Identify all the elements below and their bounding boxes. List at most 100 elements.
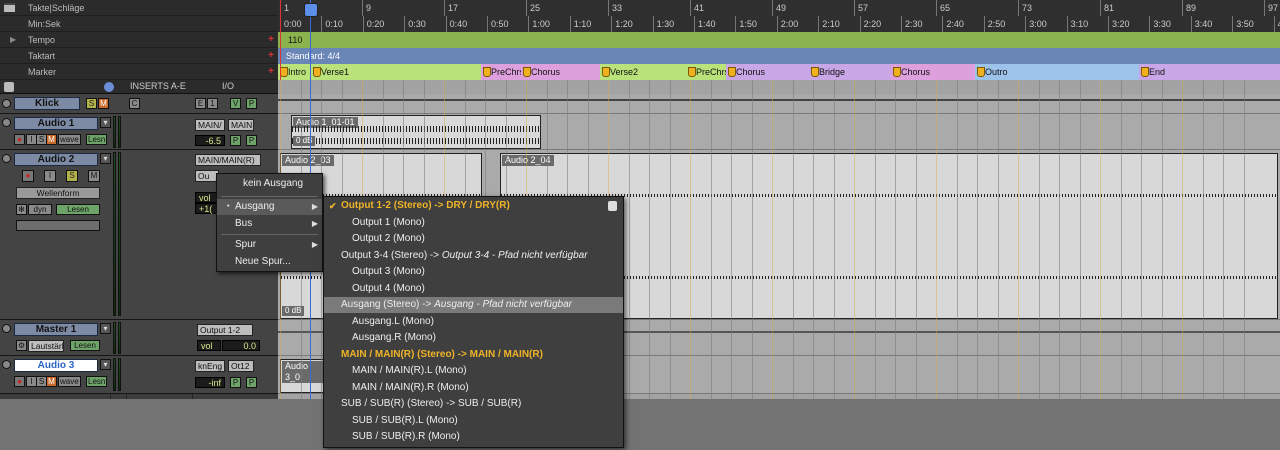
- output-option[interactable]: Ausgang.L (Mono): [324, 314, 623, 330]
- volume-display[interactable]: 0.0: [222, 340, 260, 351]
- track-select-dot[interactable]: [2, 99, 11, 108]
- mute-button[interactable]: M: [88, 170, 100, 182]
- v-button[interactable]: V: [230, 98, 241, 109]
- menu-item-ausgang[interactable]: • Ausgang ▶: [217, 199, 322, 215]
- insert-c-button[interactable]: C: [129, 98, 140, 109]
- track-klick[interactable]: Klick S M C E 1 V P: [0, 94, 278, 114]
- add-meter-icon[interactable]: +: [268, 48, 274, 64]
- volume-display[interactable]: -inf: [195, 377, 225, 388]
- playhead-handle[interactable]: [304, 3, 318, 17]
- track-menu-button[interactable]: ▾: [100, 323, 111, 334]
- tempo-ruler[interactable]: 110: [278, 32, 1280, 48]
- track-name[interactable]: Audio 1: [14, 117, 98, 130]
- menu-item-neue-spur[interactable]: Neue Spur...: [217, 254, 322, 270]
- output-selector[interactable]: Output 1-2: [197, 324, 253, 336]
- marker-chorus[interactable]: Chorus: [726, 64, 809, 80]
- ruler-area[interactable]: 1 9 17 25 33 41 49 57 65 73 81 89 97 0:00 0:10 0:20 0:3…: [278, 0, 1280, 80]
- marker-chorus[interactable]: Chorus: [521, 64, 600, 80]
- output-option[interactable]: Output 4 (Mono): [324, 281, 623, 297]
- output-option[interactable]: MAIN / MAIN(R).L (Mono): [324, 363, 623, 379]
- output-option[interactable]: SUB / SUB(R) (Stereo) -> SUB / SUB(R): [324, 396, 623, 412]
- marker-verse2[interactable]: Verse2: [600, 64, 686, 80]
- expand-triangle-icon[interactable]: ▶: [10, 32, 16, 48]
- track-name[interactable]: Audio 2: [14, 153, 98, 166]
- output-option[interactable]: Output 3-4 (Stereo) -> Output 3-4 - Pfad…: [324, 248, 623, 264]
- menu-item-spur[interactable]: Spur ▶: [217, 237, 322, 253]
- record-button[interactable]: ●: [14, 376, 25, 387]
- p-button[interactable]: P: [246, 98, 257, 109]
- marker-bridge[interactable]: Bridge: [809, 64, 891, 80]
- track-master-1[interactable]: Master 1 ▾ ⚙ Lautstärk Lesen Output 1-2 …: [0, 320, 278, 356]
- dyn-button[interactable]: dyn: [28, 204, 52, 215]
- marker-outro[interactable]: Outro: [975, 64, 1139, 80]
- automation-mode-button[interactable]: Lesen: [70, 340, 100, 351]
- input-selector[interactable]: MAIN/: [195, 119, 225, 131]
- track-audio-1[interactable]: Audio 1 ▾ ● I S M wave Lesn MAIN/ MAIN -…: [0, 114, 278, 150]
- output-option[interactable]: Ausgang.R (Mono): [324, 330, 623, 346]
- view-button[interactable]: wave: [58, 376, 81, 387]
- track-menu-button[interactable]: ▾: [100, 117, 111, 128]
- marker-verse1[interactable]: Verse1: [311, 64, 481, 80]
- solo-button[interactable]: S: [86, 98, 97, 109]
- automation-button[interactable]: Lesn: [86, 376, 108, 387]
- automation-button[interactable]: Lesn: [86, 134, 108, 145]
- input-selector[interactable]: MAIN/MAIN(R): [195, 154, 261, 166]
- ruler-minsec-label[interactable]: Min:Sek: [0, 16, 278, 32]
- pan-button[interactable]: P: [230, 377, 241, 388]
- track-name[interactable]: Klick: [14, 97, 80, 110]
- track-menu-button[interactable]: ▾: [100, 153, 111, 164]
- track-menu-button[interactable]: ▾: [100, 359, 111, 370]
- output-selector[interactable]: Ot12: [228, 360, 254, 372]
- ruler-bars-label[interactable]: Takte|Schläge: [0, 0, 278, 16]
- marker-ruler[interactable]: Intro Verse1 PreChrs Chorus Verse2 PreChrs Cho…: [278, 64, 1280, 80]
- output-option[interactable]: SUB / SUB(R).R (Mono): [324, 429, 623, 445]
- track-select-dot[interactable]: [2, 324, 11, 333]
- output-option[interactable]: Output 2 (Mono): [324, 231, 623, 247]
- taktart-value[interactable]: Standard: 4/4: [286, 48, 340, 64]
- output-option[interactable]: Ausgang (Stereo) -> Ausgang - Pfad nicht…: [324, 297, 623, 313]
- track-name[interactable]: Audio 3: [14, 359, 98, 372]
- output-option[interactable]: SUB / SUB(R).L (Mono): [324, 413, 623, 429]
- track-audio-3[interactable]: Audio 3 ▾ ● I S M wave Lesn knEng Ot12 -…: [0, 356, 278, 394]
- track-select-dot[interactable]: [2, 154, 11, 163]
- io-1-button[interactable]: 1: [207, 98, 218, 109]
- audio-region[interactable]: Audio 3_0: [280, 359, 324, 393]
- track-name[interactable]: Master 1: [14, 323, 98, 336]
- view-selector[interactable]: Lautstärk: [28, 340, 64, 352]
- track-select-dot[interactable]: [2, 360, 11, 369]
- ruler-marker-label[interactable]: Marker +: [0, 64, 278, 80]
- menu-icon[interactable]: [4, 3, 15, 12]
- output-option[interactable]: MAIN / MAIN(R).R (Mono): [324, 380, 623, 396]
- automation-mode-button[interactable]: Lesen: [56, 204, 100, 215]
- mute-button[interactable]: M: [46, 134, 57, 145]
- ruler-tempo-label[interactable]: ▶ Tempo +: [0, 32, 278, 48]
- track-list-icon[interactable]: [4, 82, 14, 92]
- view-button[interactable]: wave: [58, 134, 81, 145]
- record-button[interactable]: ●: [14, 134, 25, 145]
- input-button[interactable]: I: [44, 170, 56, 182]
- output-option[interactable]: Output 3 (Mono): [324, 264, 623, 280]
- bars-ruler[interactable]: 1 9 17 25 33 41 49 57 65 73 81 89 97: [278, 0, 1280, 16]
- lock-icon[interactable]: [608, 201, 617, 211]
- menu-item-bus[interactable]: Bus ▶: [217, 216, 322, 232]
- automation-icon[interactable]: ⚙: [16, 340, 28, 351]
- marker-prechrs[interactable]: PreChrs: [481, 64, 521, 80]
- output-selector[interactable]: MAIN: [228, 119, 254, 131]
- marker-end[interactable]: End: [1139, 64, 1280, 80]
- playlist-lane[interactable]: [16, 220, 100, 231]
- clock-icon[interactable]: [104, 82, 114, 92]
- track-select-dot[interactable]: [2, 118, 11, 127]
- minsec-ruler[interactable]: 0:00 0:10 0:20 0:30 0:40 0:50 1:00 1:10 1:20 1:30…: [278, 16, 1280, 32]
- mute-button[interactable]: M: [98, 98, 109, 109]
- marker-intro[interactable]: Intro: [278, 64, 311, 80]
- add-tempo-icon[interactable]: +: [268, 32, 274, 48]
- io-e-button[interactable]: E: [195, 98, 206, 109]
- menu-item-kein-ausgang[interactable]: kein Ausgang: [217, 176, 322, 192]
- taktart-ruler[interactable]: Standard: 4/4: [278, 48, 1280, 64]
- view-selector[interactable]: Wellenform: [16, 187, 100, 199]
- solo-button[interactable]: S: [66, 170, 78, 182]
- empty-track-area[interactable]: [0, 399, 1280, 450]
- volume-display[interactable]: -6.5: [195, 135, 225, 146]
- tempo-value[interactable]: 110: [288, 32, 302, 48]
- input-selector[interactable]: knEng: [195, 360, 225, 372]
